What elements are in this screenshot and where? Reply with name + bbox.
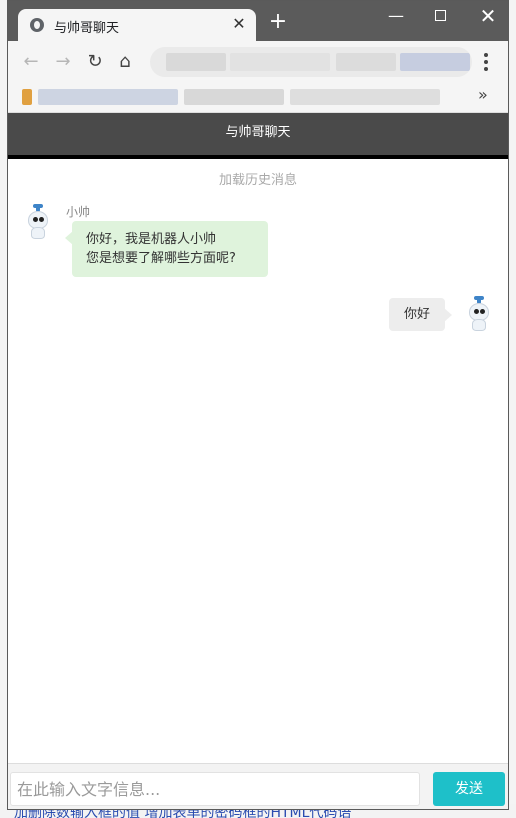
load-history-link[interactable]: 加载历史消息 xyxy=(8,169,508,188)
menu-dot xyxy=(484,53,488,57)
close-tab-icon[interactable]: ✕ xyxy=(230,14,248,34)
menu-icon[interactable] xyxy=(478,51,494,73)
blurred-url-segment xyxy=(166,53,226,71)
avatar-eye xyxy=(474,309,479,314)
more-bookmarks-icon[interactable]: » xyxy=(478,85,488,104)
blurred-bookmark[interactable] xyxy=(22,89,32,105)
globe-icon xyxy=(30,18,44,32)
avatar-body xyxy=(31,227,45,239)
blurred-bookmark[interactable] xyxy=(290,89,440,105)
tab-title: 与帅哥聊天 xyxy=(54,21,120,36)
chat-messages[interactable]: 加载历史消息 小帅 你好，我是机器人小帅 您是想要了解哪些方面呢? 你好 xyxy=(8,159,508,763)
blurred-url-segment xyxy=(230,53,330,71)
bookmarks-bar: » xyxy=(8,81,508,113)
user-avatar xyxy=(464,296,494,333)
user-message-bubble: 你好 xyxy=(389,298,452,331)
message-input[interactable] xyxy=(10,772,420,806)
blurred-bookmark[interactable] xyxy=(38,89,178,105)
bot-name: 小帅 xyxy=(66,205,91,219)
bot-message-bubble: 你好，我是机器人小帅 您是想要了解哪些方面呢? xyxy=(65,221,268,277)
blurred-bookmark[interactable] xyxy=(184,89,284,105)
title-bar: 与帅哥聊天 ✕ + — ✕ xyxy=(8,1,508,41)
menu-dot xyxy=(484,60,488,64)
bot-message-line: 你好，我是机器人小帅 xyxy=(86,232,217,247)
maximize-icon xyxy=(434,10,446,21)
address-bar[interactable] xyxy=(150,47,472,77)
bot-avatar xyxy=(23,204,53,241)
browser-tab[interactable]: 与帅哥聊天 ✕ xyxy=(18,9,256,41)
blurred-url-segment xyxy=(336,53,396,71)
maximize-button[interactable] xyxy=(428,7,452,25)
avatar-body xyxy=(472,319,486,331)
avatar-eye xyxy=(33,217,38,222)
new-tab-button[interactable]: + xyxy=(268,11,288,33)
minimize-button[interactable]: — xyxy=(384,7,408,25)
back-icon[interactable]: ← xyxy=(20,51,42,73)
input-bar: 发送 xyxy=(8,763,508,809)
reload-icon[interactable]: ↻ xyxy=(84,51,106,73)
background-page-right xyxy=(508,0,516,818)
home-icon[interactable]: ⌂ xyxy=(114,51,136,73)
menu-dot xyxy=(484,67,488,71)
forward-icon[interactable]: → xyxy=(52,51,74,73)
bot-message-line: 您是想要了解哪些方面呢? xyxy=(86,251,236,266)
browser-toolbar: ← → ↻ ⌂ xyxy=(8,41,508,81)
avatar-eye xyxy=(480,309,485,314)
chat-header: 与帅哥聊天 xyxy=(8,113,508,155)
browser-window: 与帅哥聊天 ✕ + — ✕ ← → ↻ ⌂ » 与帅哥聊天 加载历史消息 小帅 … xyxy=(7,0,509,810)
blurred-url-segment xyxy=(400,53,470,71)
send-button[interactable]: 发送 xyxy=(433,772,505,806)
avatar-eye xyxy=(39,217,44,222)
close-window-button[interactable]: ✕ xyxy=(476,6,500,26)
